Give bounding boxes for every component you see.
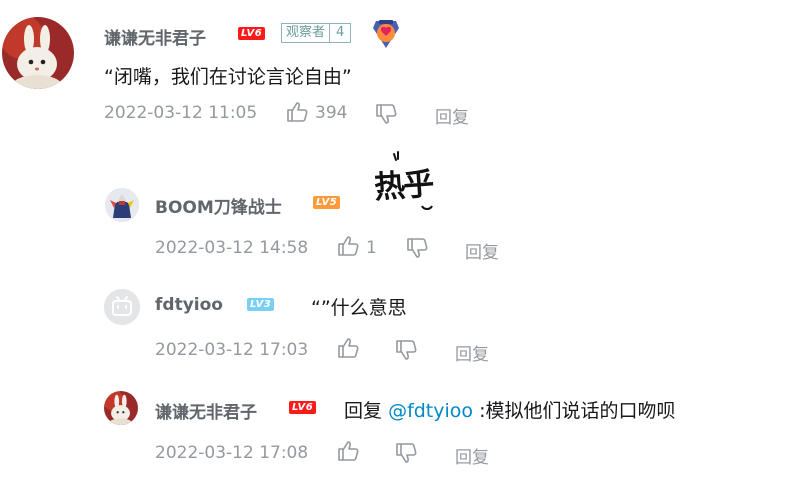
timestamp: 2022-03-12 17:03 — [155, 340, 309, 360]
comment-text: 回复 @fdtyioo :模拟他们说话的口吻呗 — [344, 396, 676, 423]
username[interactable]: BOOM刀锋战士 — [155, 193, 282, 218]
mention-link[interactable]: @fdtyioo — [388, 400, 473, 422]
thumbs-down-icon[interactable] — [406, 237, 428, 259]
username[interactable]: 谦谦无非君子 — [155, 398, 257, 423]
user-avatar[interactable] — [104, 391, 138, 425]
username[interactable]: 谦谦无非君子 — [104, 24, 206, 49]
timestamp: 2022-03-12 17:08 — [155, 443, 309, 463]
bunny-avatar-icon — [104, 391, 138, 425]
observer-badge-label: 观察者 — [282, 24, 331, 42]
reply-button[interactable]: 回复 — [455, 443, 489, 468]
reply-button[interactable]: 回复 — [435, 103, 469, 128]
reply-button[interactable]: 回复 — [465, 238, 499, 263]
username[interactable]: fdtyioo — [155, 295, 223, 315]
comment-text: “”什么意思 — [311, 297, 407, 319]
timestamp: 2022-03-12 11:05 — [104, 103, 258, 123]
like-count: 1 — [366, 238, 377, 258]
user-avatar[interactable] — [2, 17, 74, 89]
thumbs-down-icon[interactable] — [395, 339, 417, 361]
user-avatar[interactable] — [105, 188, 139, 222]
bunny-avatar-icon — [2, 17, 74, 89]
timestamp: 2022-03-12 14:58 — [155, 238, 309, 258]
level-badge: LV6 — [238, 27, 266, 40]
tv-avatar-icon — [104, 289, 140, 325]
gundam-avatar-icon — [105, 188, 139, 222]
thumbs-up-icon[interactable] — [337, 440, 359, 462]
reply-button[interactable]: 回复 — [455, 340, 489, 365]
level-badge: LV3 — [247, 298, 275, 311]
sticker-image: 热乎 — [372, 148, 444, 212]
observer-badge[interactable]: 观察者 4 — [281, 23, 352, 43]
reply-suffix: :模拟他们说话的口吻呗 — [479, 400, 676, 422]
thumbs-down-icon[interactable] — [375, 103, 397, 125]
thumbs-up-icon[interactable] — [337, 337, 359, 359]
observer-badge-number: 4 — [336, 25, 345, 40]
user-avatar[interactable] — [104, 289, 140, 325]
like-count: 394 — [315, 103, 348, 123]
level-badge: LV6 — [289, 401, 317, 414]
medal-icon — [373, 20, 399, 48]
thumbs-up-icon[interactable] — [337, 235, 359, 257]
level-badge: LV5 — [313, 196, 341, 209]
thumbs-up-icon[interactable] — [286, 101, 308, 123]
sticker-text: 热乎 — [373, 166, 434, 206]
thumbs-down-icon[interactable] — [395, 442, 417, 464]
comment-text: “闭嘴，我们在讨论言论自由” — [104, 66, 352, 88]
reply-prefix: 回复 — [344, 400, 383, 422]
